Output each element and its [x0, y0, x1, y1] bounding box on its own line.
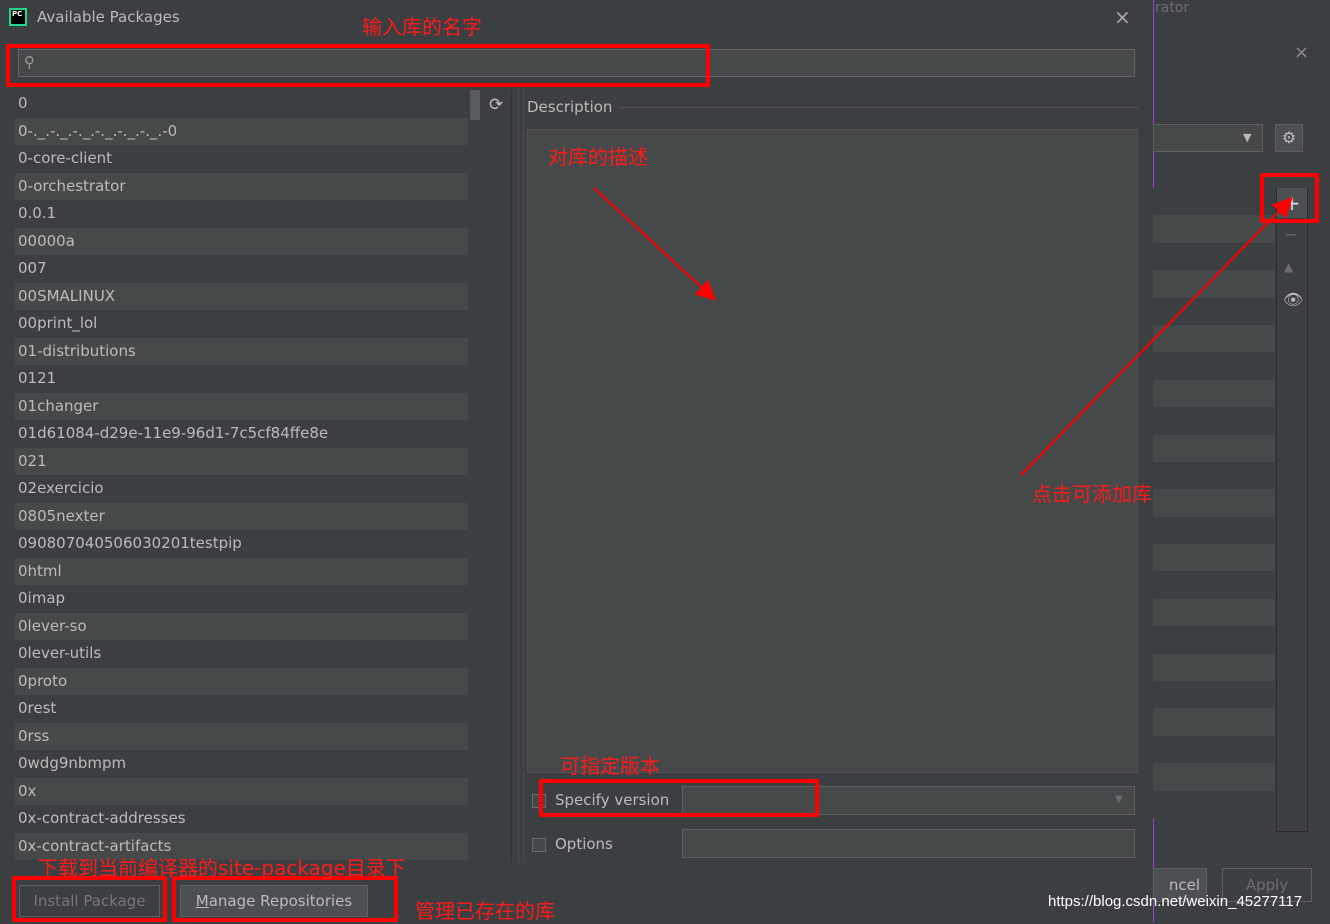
table-row[interactable]	[1153, 215, 1275, 243]
table-row[interactable]	[1153, 735, 1275, 764]
options-input[interactable]	[682, 829, 1135, 858]
list-item[interactable]: 0805nexter	[15, 502, 482, 530]
table-row[interactable]	[1153, 598, 1275, 627]
list-item[interactable]: 02exercicio	[15, 475, 482, 503]
table-row[interactable]	[1153, 790, 1275, 818]
annotation-add: 点击可添加库	[1032, 482, 1152, 506]
list-item[interactable]: 0-._.-._.-._.-._.-._.-._.-0	[15, 117, 482, 145]
gear-icon[interactable]: ⚙	[1275, 124, 1303, 152]
dialog-title: Available Packages	[37, 8, 180, 26]
list-item[interactable]: 0.0.1	[15, 200, 482, 228]
install-highlight-box	[12, 876, 167, 922]
package-list[interactable]: 0 0-._.-._.-._.-._.-._.-._.-0 0-core-clien…	[15, 90, 482, 862]
refresh-icon[interactable]: ⟳	[489, 95, 503, 115]
description-panel	[527, 129, 1138, 773]
list-item[interactable]: 0x	[15, 777, 482, 805]
list-item[interactable]: 0rss	[15, 722, 482, 750]
list-item[interactable]: 0wdg9nbmpm	[15, 750, 482, 778]
installed-packages-table	[1153, 188, 1275, 832]
list-item[interactable]: 0121	[15, 365, 482, 393]
version-highlight-box	[539, 779, 819, 817]
watermark: https://blog.csdn.net/weixin_45277117	[1048, 893, 1303, 910]
background-close-icon[interactable]: ×	[1294, 42, 1309, 63]
remove-package-icon[interactable]: −	[1284, 225, 1297, 244]
panel-splitter[interactable]	[518, 90, 524, 862]
table-row[interactable]	[1153, 379, 1275, 408]
list-item[interactable]: 0-orchestrator	[15, 172, 482, 200]
list-item[interactable]: 01changer	[15, 392, 482, 420]
list-item[interactable]: 090807040506030201testpip	[15, 530, 482, 558]
options-label[interactable]: Options	[555, 835, 613, 853]
table-row[interactable]	[1153, 489, 1275, 517]
list-item[interactable]: 01-distributions	[15, 337, 482, 365]
eye-icon[interactable]: 👁	[1283, 290, 1303, 309]
list-item[interactable]: 021	[15, 447, 482, 475]
list-item[interactable]: 0imap	[15, 585, 482, 613]
list-item[interactable]: 0x-contract-addresses	[15, 805, 482, 833]
table-row[interactable]	[1153, 434, 1275, 462]
refresh-toolbar	[484, 90, 512, 862]
annotation-manage: 管理已存在的库	[415, 899, 555, 923]
background-dialog-title: rator	[1155, 0, 1190, 16]
table-row[interactable]	[1153, 708, 1275, 736]
table-row[interactable]	[1153, 270, 1275, 298]
package-list-scrollbar[interactable]	[468, 90, 482, 862]
table-row[interactable]	[1153, 516, 1275, 545]
list-item[interactable]: 01d61084-d29e-11e9-96d1-7c5cf84ffe8e	[15, 420, 482, 448]
table-row[interactable]	[1153, 571, 1275, 599]
list-item[interactable]: 0html	[15, 557, 482, 585]
add-highlight-box	[1260, 173, 1319, 223]
list-item[interactable]: 0proto	[15, 667, 482, 695]
search-highlight-box	[6, 44, 710, 87]
annotation-install: 下载到当前编译器的site-package目录下	[38, 856, 406, 880]
chevron-down-icon: ▼	[1243, 131, 1252, 144]
list-item[interactable]: 00000a	[15, 227, 482, 255]
manage-highlight-box	[172, 876, 398, 922]
table-row[interactable]	[1153, 242, 1275, 271]
list-item[interactable]: 0lever-so	[15, 612, 482, 640]
list-item[interactable]: 007	[15, 255, 482, 283]
pycharm-logo-text: PC	[11, 10, 25, 24]
description-divider	[620, 107, 1138, 108]
table-row[interactable]	[1153, 626, 1275, 654]
table-row[interactable]	[1153, 324, 1275, 353]
list-item[interactable]: 00print_lol	[15, 310, 482, 338]
list-item[interactable]: 0-core-client	[15, 145, 482, 173]
scrollbar-thumb[interactable]	[470, 90, 480, 120]
list-item[interactable]: 0lever-utils	[15, 640, 482, 668]
table-row[interactable]	[1153, 461, 1275, 490]
list-item[interactable]: 00SMALINUX	[15, 282, 482, 310]
package-toolbar	[1276, 188, 1308, 832]
table-row[interactable]	[1153, 188, 1275, 216]
upgrade-package-icon[interactable]: ▲	[1284, 260, 1293, 274]
options-checkbox[interactable]	[532, 838, 546, 852]
table-row[interactable]	[1153, 407, 1275, 435]
table-row[interactable]	[1153, 544, 1275, 572]
table-row[interactable]	[1153, 763, 1275, 791]
list-item[interactable]: 0	[15, 90, 482, 118]
annotation-search: 输入库的名字	[362, 15, 482, 39]
table-row[interactable]	[1153, 681, 1275, 709]
table-row[interactable]	[1153, 352, 1275, 380]
annotation-version: 可指定版本	[560, 754, 660, 778]
annotation-description: 对库的描述	[548, 145, 648, 169]
description-label: Description	[527, 98, 613, 116]
chevron-down-icon: ▼	[1115, 794, 1123, 805]
list-item[interactable]: 0rest	[15, 695, 482, 723]
table-row[interactable]	[1153, 653, 1275, 682]
close-icon[interactable]: ×	[1114, 5, 1131, 29]
table-row[interactable]	[1153, 297, 1275, 325]
